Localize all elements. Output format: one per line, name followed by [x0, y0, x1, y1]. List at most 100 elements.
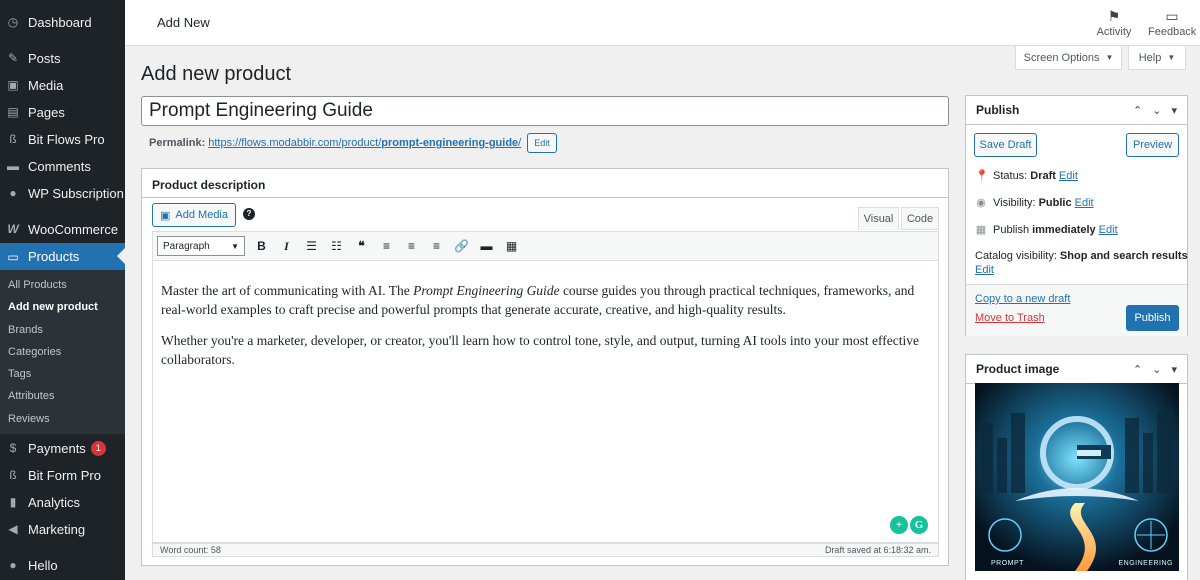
products-submenu: All Products Add new product Brands Cate…	[0, 270, 125, 434]
bullet-list-icon[interactable]: ☰	[299, 235, 324, 257]
permalink-edit-button[interactable]: Edit	[527, 133, 557, 153]
feedback-button[interactable]: ▭ Feedback	[1148, 6, 1196, 38]
align-left-icon[interactable]: ≡	[374, 235, 399, 257]
bold-icon[interactable]: B	[249, 235, 274, 257]
pages-icon: ▤	[7, 105, 19, 119]
publish-box: Publish ⌃ ⌄ ▾ Save Draft Preview 📍 Status: D…	[965, 95, 1188, 336]
publish-date-row: ▦ Publish immediately Edit	[975, 223, 1118, 237]
editor-content[interactable]: Master the art of communicating with AI.…	[152, 261, 939, 543]
sidebar-item-dashboard[interactable]: ◷ Dashboard	[0, 9, 125, 35]
move-down-icon[interactable]: ⌄	[1152, 104, 1161, 117]
draft-saved-status: Draft saved at 6:18:32 am.	[824, 545, 931, 555]
visibility-edit-link[interactable]: Edit	[1075, 197, 1094, 209]
publish-button[interactable]: Publish	[1126, 305, 1179, 331]
editor-status-bar: Word count: 58 Draft saved at 6:18:32 am…	[152, 543, 939, 557]
catalog-edit-link[interactable]: Edit	[975, 264, 994, 276]
sidebar-item-bit-form-pro[interactable]: ß Bit Form Pro	[0, 462, 125, 488]
format-select[interactable]: Paragraph ▼	[157, 236, 245, 256]
help-icon[interactable]: ?	[243, 208, 255, 220]
submenu-reviews[interactable]: Reviews	[8, 413, 50, 425]
copy-to-draft-link[interactable]: Copy to a new draft	[975, 293, 1070, 305]
submenu-categories[interactable]: Categories	[8, 346, 61, 358]
sidebar-item-marketing[interactable]: ◀ Marketing	[0, 516, 125, 542]
sidebar-item-products[interactable]: ▭ Products	[0, 243, 125, 270]
save-draft-button[interactable]: Save Draft	[974, 133, 1037, 157]
product-title-input[interactable]	[141, 96, 949, 126]
screen-options-tab[interactable]: Screen Options ▼	[1015, 46, 1122, 70]
sidebar-item-payments[interactable]: $ Payments 1	[0, 435, 125, 461]
blockquote-icon[interactable]: ❝	[349, 235, 374, 257]
numbered-list-icon[interactable]: ☷	[324, 235, 349, 257]
activity-button[interactable]: ⚑ Activity	[1095, 6, 1133, 38]
comment-icon: ▬	[7, 159, 19, 173]
sidebar-item-posts[interactable]: ✎ Posts	[0, 45, 125, 71]
preview-button[interactable]: Preview	[1126, 133, 1179, 157]
sidebar-item-media[interactable]: ▣ Media	[0, 72, 125, 98]
status-edit-link[interactable]: Edit	[1059, 170, 1078, 182]
move-up-icon[interactable]: ⌃	[1133, 363, 1142, 376]
add-media-button[interactable]: ▣ Add Media	[152, 203, 236, 227]
align-right-icon[interactable]: ≡	[424, 235, 449, 257]
submenu-attributes[interactable]: Attributes	[8, 390, 54, 402]
catalog-edit-row: Edit	[975, 264, 994, 276]
permalink-row: Permalink: https://flows.modabbir.com/pr…	[149, 133, 557, 153]
flag-icon: ⚑	[1107, 8, 1121, 24]
collapse-icon[interactable]: ▾	[1171, 104, 1177, 117]
dollar-icon: $	[9, 441, 17, 455]
sidebar-item-bit-flows-pro[interactable]: ß Bit Flows Pro	[0, 126, 125, 152]
move-up-icon[interactable]: ⌃	[1133, 104, 1142, 117]
woocommerce-icon: W	[7, 222, 19, 236]
submenu-brands[interactable]: Brands	[8, 324, 43, 336]
bit-flows-icon: ß	[9, 132, 17, 146]
move-to-trash-link[interactable]: Move to Trash	[975, 312, 1045, 324]
subscription-icon: ●	[9, 186, 17, 200]
top-bar: Add New ⚑ Activity ▭ Feedback	[125, 0, 1200, 46]
toolbar-toggle-icon[interactable]: ▦	[499, 235, 524, 257]
help-tab[interactable]: Help ▼	[1128, 46, 1186, 70]
copy-draft-row: Copy to a new draft	[975, 293, 1070, 305]
image-caption-engineering: ENGINEERING	[1118, 560, 1173, 567]
sidebar-item-woocommerce[interactable]: W WooCommerce	[0, 216, 125, 242]
sidebar-item-wp-subscription[interactable]: ● WP Subscription	[0, 180, 125, 206]
collapse-icon[interactable]: ▾	[1171, 363, 1177, 376]
permalink-link[interactable]: https://flows.modabbir.com/product/promp…	[208, 137, 521, 149]
read-more-icon[interactable]: ▬	[474, 235, 499, 257]
link-icon[interactable]: 🔗	[449, 235, 474, 257]
align-center-icon[interactable]: ≡	[399, 235, 424, 257]
grammarly-plus-icon: +	[890, 516, 908, 534]
media-icon: ▣	[160, 209, 171, 222]
word-count: Word count: 58	[160, 545, 221, 555]
submenu-all-products[interactable]: All Products	[8, 279, 67, 291]
caret-down-icon: ▼	[1167, 53, 1176, 62]
submenu-tags[interactable]: Tags	[8, 368, 31, 380]
italic-icon[interactable]: I	[274, 235, 299, 257]
admin-sidebar: ◷ Dashboard ✎ Posts ▣ Media ▤ Pages ß Bit Flo…	[0, 0, 125, 580]
editor-paragraph-1: Master the art of communicating with AI.…	[161, 283, 915, 317]
eye-icon: ◉	[976, 197, 986, 209]
tab-visual[interactable]: Visual	[858, 207, 899, 230]
pushpin-icon: ✎	[7, 51, 19, 65]
publish-date-edit-link[interactable]: Edit	[1099, 224, 1118, 236]
visibility-row: ◉ Visibility: Public Edit	[976, 196, 1094, 210]
bit-form-icon: ß	[9, 468, 17, 482]
media-icon: ▣	[7, 78, 19, 92]
sidebar-item-comments[interactable]: ▬ Comments	[0, 153, 125, 179]
sidebar-item-pages[interactable]: ▤ Pages	[0, 99, 125, 125]
page-title: Add new product	[141, 63, 292, 85]
bar-chart-icon: ▮	[9, 495, 17, 509]
calendar-icon: ▦	[975, 224, 987, 236]
trash-row: Move to Trash	[975, 312, 1045, 324]
dashboard-icon: ◷	[7, 15, 19, 29]
feedback-icon: ▭	[1165, 8, 1179, 24]
tab-code[interactable]: Code	[901, 207, 939, 230]
archive-icon: ▭	[7, 249, 19, 264]
grammarly-widget[interactable]: + G	[890, 516, 928, 534]
move-down-icon[interactable]: ⌄	[1152, 363, 1161, 376]
product-image-header: Product image ⌃ ⌄ ▾	[966, 355, 1187, 384]
pin-icon: 📍	[975, 170, 989, 182]
hello-icon: ●	[9, 558, 17, 572]
sidebar-item-hello[interactable]: ● Hello	[0, 552, 125, 578]
sidebar-item-analytics[interactable]: ▮ Analytics	[0, 489, 125, 515]
submenu-add-new-product[interactable]: Add new product	[8, 301, 98, 313]
product-image[interactable]: PROMPT ENGINEERING	[975, 383, 1179, 571]
